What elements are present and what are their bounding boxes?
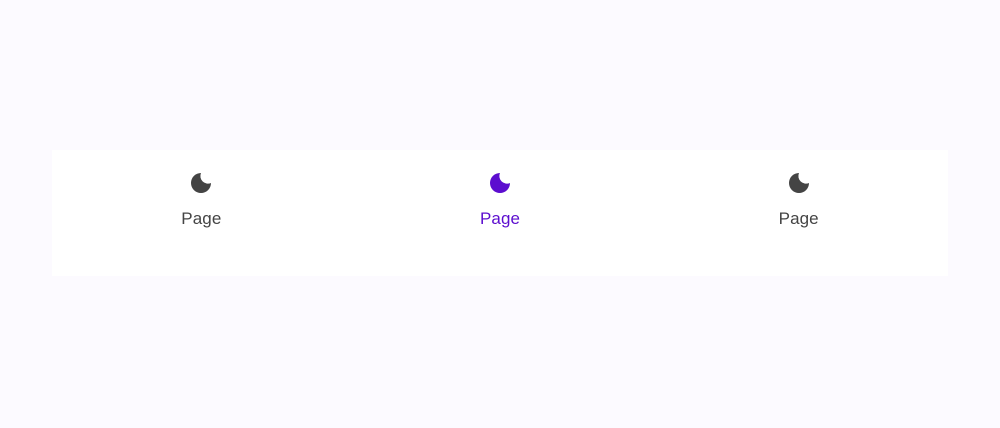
nav-item-page-2[interactable]: Page [351,150,650,276]
moon-icon [189,171,213,195]
nav-item-label: Page [778,209,819,228]
moon-icon [787,171,811,195]
nav-item-page-3[interactable]: Page [649,150,948,276]
nav-item-label: Page [181,209,222,228]
moon-icon [488,171,512,195]
nav-item-label: Page [479,209,521,228]
nav-item-page-1[interactable]: Page [52,150,351,276]
bottom-navigation: Page Page Page [52,150,948,276]
